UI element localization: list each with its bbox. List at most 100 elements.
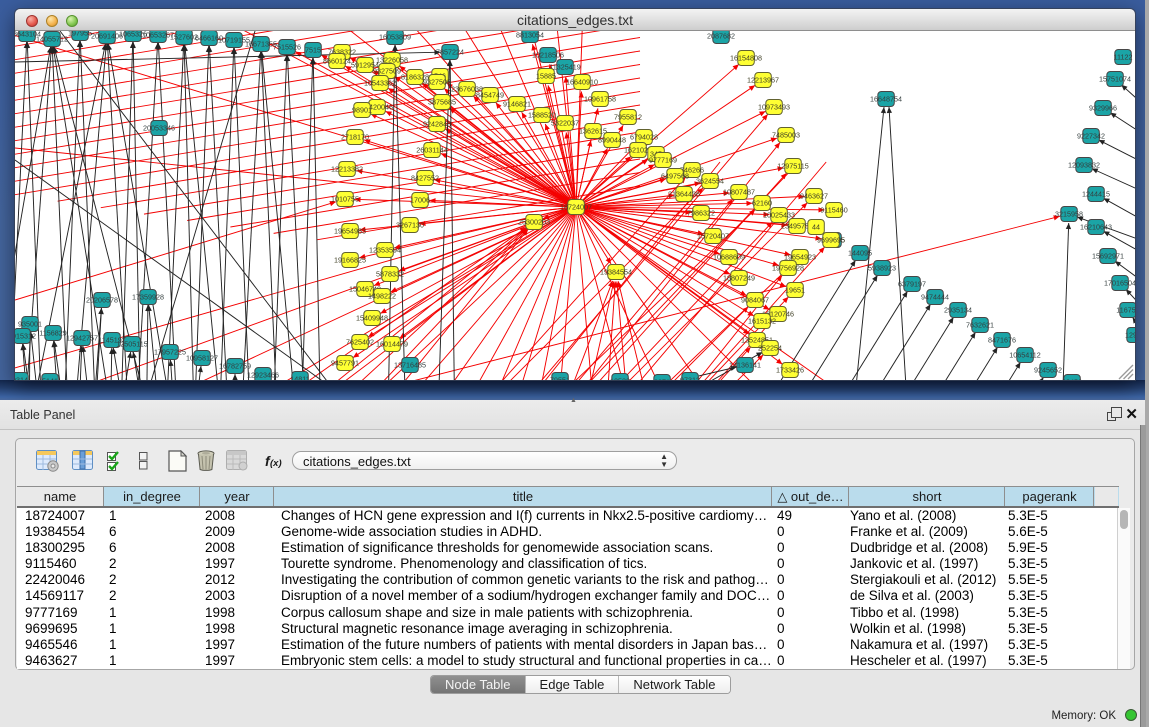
- svg-text:12093832: 12093832: [1068, 160, 1100, 169]
- svg-text:9777169: 9777169: [649, 155, 677, 164]
- svg-text:197955: 197955: [68, 31, 92, 37]
- svg-text:25300203: 25300203: [518, 217, 550, 226]
- svg-text:17016504: 17016504: [1104, 278, 1135, 287]
- svg-text:19166825: 19166825: [334, 255, 366, 264]
- svg-text:1615132: 1615132: [748, 316, 776, 325]
- svg-text:16053809: 16053809: [379, 32, 411, 41]
- svg-text:1733426: 1733426: [776, 365, 804, 374]
- svg-text:1156829: 1156829: [39, 328, 66, 337]
- svg-text:10025433: 10025433: [763, 210, 795, 219]
- svg-text:1527602: 1527602: [170, 32, 198, 41]
- svg-text:97312: 97312: [680, 375, 700, 380]
- svg-text:19654923: 19654923: [784, 252, 816, 261]
- svg-text:10688609: 10688609: [713, 252, 745, 261]
- svg-text:19654983: 19654983: [334, 226, 366, 235]
- svg-text:16640910: 16640910: [566, 77, 598, 86]
- svg-text:17006: 17006: [410, 195, 430, 204]
- svg-text:9314: 9314: [15, 375, 28, 380]
- svg-text:15720407: 15720407: [697, 231, 729, 240]
- svg-text:12533: 12533: [610, 376, 630, 380]
- svg-text:5878332: 5878332: [376, 269, 404, 278]
- svg-text:12353594: 12353594: [369, 245, 401, 254]
- svg-text:3624554: 3624554: [696, 176, 724, 185]
- svg-text:9327505: 9327505: [423, 77, 451, 86]
- svg-text:98901: 98901: [352, 105, 372, 114]
- svg-text:3267130: 3267130: [396, 220, 424, 229]
- svg-text:5938923: 5938923: [868, 263, 896, 272]
- svg-text:12923466: 12923466: [247, 370, 279, 379]
- svg-text:1362615: 1362615: [579, 126, 607, 135]
- svg-text:144095: 144095: [848, 248, 872, 257]
- svg-text:12505115: 12505115: [116, 339, 147, 348]
- svg-text:1498222: 1498222: [368, 291, 396, 300]
- svg-text:2087682: 2087682: [707, 31, 735, 40]
- svg-text:10958127: 10958127: [186, 353, 218, 362]
- svg-text:15409948: 15409948: [356, 313, 388, 322]
- svg-text:9327509: 9327509: [373, 66, 401, 75]
- svg-text:20206578: 20206578: [86, 295, 118, 304]
- svg-text:9699695: 9699695: [817, 235, 845, 244]
- svg-text:7485003: 7485003: [772, 130, 800, 139]
- svg-text:8427552: 8427552: [411, 173, 439, 182]
- svg-text:1010755: 1010755: [331, 194, 359, 203]
- svg-text:8660124: 8660124: [323, 56, 351, 65]
- svg-text:13226058: 13226058: [376, 55, 408, 64]
- svg-text:9084067: 9084067: [741, 295, 769, 304]
- svg-text:7955812: 7955812: [614, 112, 642, 121]
- svg-text:6497568: 6497568: [661, 171, 689, 180]
- svg-text:10218506: 10218506: [532, 50, 564, 59]
- svg-text:15885: 15885: [536, 71, 556, 80]
- svg-text:7515: 7515: [305, 45, 321, 54]
- svg-text:12975115: 12975115: [777, 161, 808, 170]
- svg-text:9115460: 9115460: [820, 205, 847, 214]
- svg-text:62160: 62160: [752, 198, 772, 207]
- svg-text:16648754: 16648754: [870, 94, 902, 103]
- svg-text:7857224: 7857224: [436, 47, 464, 56]
- svg-text:18724007: 18724007: [560, 202, 592, 211]
- svg-text:18807249: 18807249: [723, 273, 755, 282]
- svg-text:935001: 935001: [18, 319, 42, 328]
- svg-text:8990448: 8990448: [598, 135, 626, 144]
- svg-text:2935134: 2935134: [944, 305, 972, 314]
- svg-text:9457791: 9457791: [331, 358, 359, 367]
- svg-text:9227342: 9227342: [1077, 131, 1105, 140]
- svg-text:12953: 12953: [1125, 330, 1135, 339]
- svg-text:12213967: 12213967: [747, 75, 779, 84]
- svg-text:14055712: 14055712: [36, 34, 68, 43]
- svg-text:19651: 19651: [785, 285, 805, 294]
- svg-text:11122: 11122: [1114, 52, 1133, 61]
- svg-text:9242848: 9242848: [423, 119, 451, 128]
- svg-text:5322037: 5322037: [551, 118, 579, 127]
- svg-text:10654112: 10654112: [1009, 350, 1040, 359]
- svg-text:8813054: 8813054: [516, 31, 544, 39]
- svg-text:19756928: 19756928: [772, 263, 804, 272]
- svg-text:9329966: 9329966: [1089, 103, 1117, 112]
- svg-text:10807487: 10807487: [723, 187, 755, 196]
- svg-text:14811: 14811: [290, 374, 309, 380]
- svg-text:8454749: 8454749: [476, 90, 504, 99]
- svg-text:10961758: 10961758: [584, 94, 616, 103]
- svg-text:13716485: 13716485: [394, 360, 426, 369]
- svg-text:2718170: 2718170: [341, 132, 369, 141]
- svg-text:5141: 5141: [42, 376, 58, 380]
- svg-text:16014479: 16014479: [376, 339, 408, 348]
- svg-text:7625402: 7625402: [346, 337, 374, 346]
- svg-text:9474444: 9474444: [921, 292, 949, 301]
- svg-text:6794028: 6794028: [630, 132, 658, 141]
- svg-text:3915312: 3915312: [15, 331, 36, 340]
- svg-text:16210643: 16210643: [1080, 222, 1112, 231]
- svg-text:8871: 8871: [654, 377, 670, 380]
- svg-text:44: 44: [812, 222, 820, 231]
- svg-text:7515526: 7515526: [273, 42, 301, 51]
- svg-text:15692971: 15692971: [1092, 251, 1124, 260]
- svg-text:19384554: 19384554: [600, 267, 632, 276]
- svg-text:12942757: 12942757: [66, 333, 98, 342]
- svg-text:9245652: 9245652: [1034, 365, 1062, 374]
- svg-text:92456: 92456: [1062, 377, 1082, 380]
- svg-text:79551: 79551: [550, 375, 570, 380]
- svg-text:116753: 116753: [1116, 305, 1135, 314]
- svg-text:(x): (x): [270, 458, 282, 469]
- svg-text:21364436: 21364436: [668, 189, 700, 198]
- svg-text:8471676: 8471676: [988, 335, 1016, 344]
- svg-text:6379197: 6379197: [898, 279, 926, 288]
